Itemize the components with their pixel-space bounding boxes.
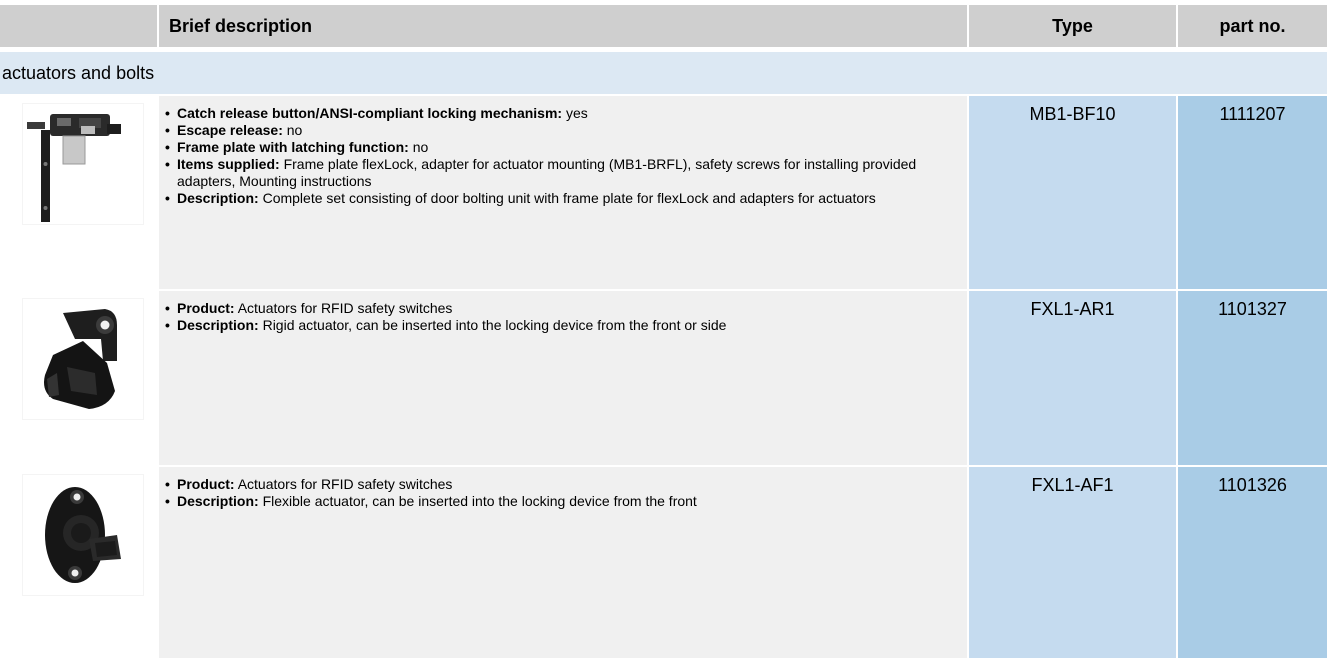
header-image-cell: [0, 5, 157, 47]
type-cell: MB1-BF10: [969, 96, 1176, 289]
type-cell: FXL1-AR1: [969, 291, 1176, 465]
description-cell: Catch release button/ANSI-compliant lock…: [159, 96, 967, 289]
table-row: Product: Actuators for RFID safety switc…: [0, 467, 1327, 658]
list-item: Catch release button/ANSI-compliant lock…: [159, 105, 967, 122]
list-item: Escape release: no: [159, 122, 967, 139]
list-item: Description: Rigid actuator, can be inse…: [159, 317, 967, 334]
table-row: Catch release button/ANSI-compliant lock…: [0, 96, 1327, 289]
door-bolting-unit-icon: [22, 103, 144, 225]
header-part-no: part no.: [1178, 5, 1327, 47]
list-item: Description: Complete set consisting of …: [159, 190, 967, 207]
product-table: Brief description Type part no. actuator…: [0, 0, 1327, 658]
header-type: Type: [969, 5, 1176, 47]
type-cell: FXL1-AF1: [969, 467, 1176, 658]
part-number-cell: 1111207: [1178, 96, 1327, 289]
feature-list: Catch release button/ANSI-compliant lock…: [159, 96, 967, 207]
table-row: Product: Actuators for RFID safety switc…: [0, 291, 1327, 465]
list-item: Items supplied: Frame plate flexLock, ad…: [159, 156, 967, 190]
list-item: Product: Actuators for RFID safety switc…: [159, 476, 967, 493]
header-brief-description: Brief description: [159, 5, 967, 47]
rigid-actuator-icon: [22, 298, 144, 420]
feature-list: Product: Actuators for RFID safety switc…: [159, 291, 967, 334]
description-cell: Product: Actuators for RFID safety switc…: [159, 291, 967, 465]
product-image-cell: [0, 96, 157, 289]
list-item: Product: Actuators for RFID safety switc…: [159, 300, 967, 317]
description-cell: Product: Actuators for RFID safety switc…: [159, 467, 967, 658]
product-image-cell: [0, 467, 157, 658]
flexible-actuator-icon: [22, 474, 144, 596]
product-image-cell: [0, 291, 157, 465]
part-number-cell: 1101327: [1178, 291, 1327, 465]
category-heading: actuators and bolts: [0, 52, 1327, 94]
feature-list: Product: Actuators for RFID safety switc…: [159, 467, 967, 510]
list-item: Description: Flexible actuator, can be i…: [159, 493, 967, 510]
list-item: Frame plate with latching function: no: [159, 139, 967, 156]
part-number-cell: 1101326: [1178, 467, 1327, 658]
table-header: Brief description Type part no.: [0, 5, 1327, 47]
